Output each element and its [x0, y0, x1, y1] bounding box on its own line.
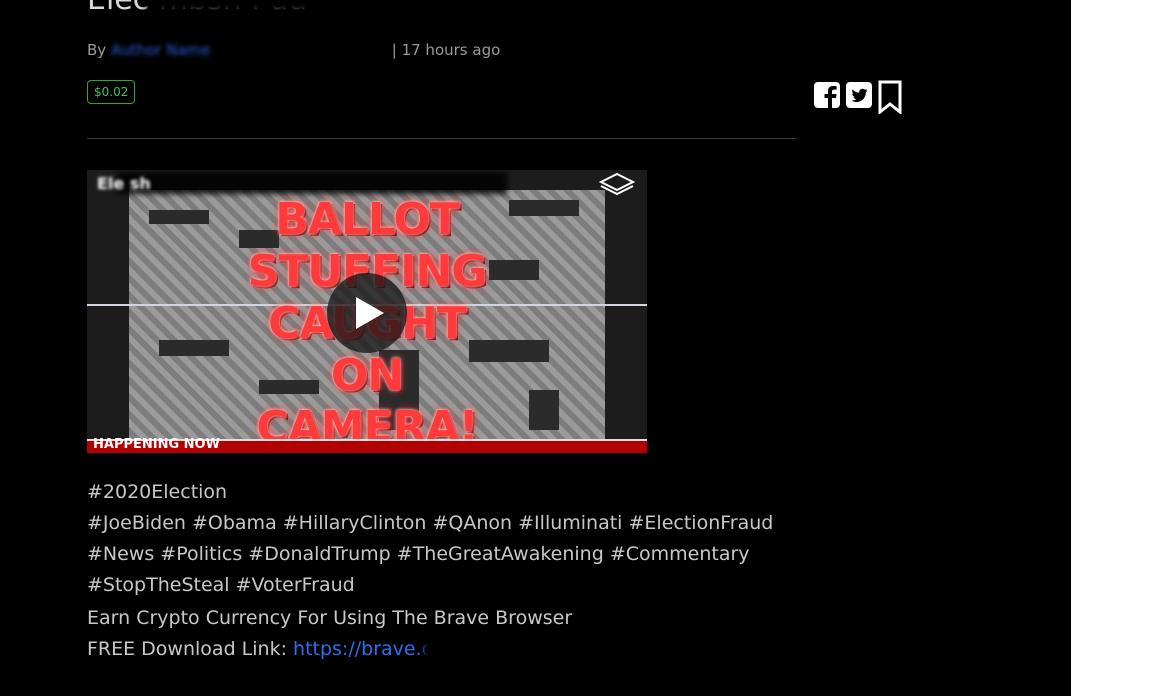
article-panel: Elec mbsh l ud By Author Name | 17 hours…	[0, 0, 1071, 696]
download-prefix: FREE Download Link:	[87, 638, 287, 660]
hashtag-line-1[interactable]: #2020Election	[87, 481, 227, 503]
promo-text: Earn Crypto Currency For Using The Brave…	[87, 607, 573, 629]
facebook-icon[interactable]	[813, 80, 841, 110]
divider	[87, 138, 797, 139]
posted-time: 17 hours ago	[401, 41, 501, 59]
play-icon	[356, 297, 384, 329]
share-bar	[813, 80, 903, 114]
hashtags: #2020Election #JoeBiden #Obama #HillaryC…	[87, 446, 787, 601]
video-title: Ele sh	[97, 174, 151, 193]
price-badge[interactable]: $0.02	[87, 80, 136, 104]
hashtag-line-3[interactable]: #News #Politics #DonaldTrump #TheGreatAw…	[87, 543, 750, 565]
play-button[interactable]	[327, 273, 407, 353]
byline-separator: |	[391, 41, 397, 59]
bookmark-icon[interactable]	[877, 80, 903, 114]
hashtag-line-2[interactable]: #JoeBiden #Obama #HillaryClinton #QAnon …	[87, 512, 773, 534]
hashtag-line-4[interactable]: #StopTheSteal #VoterFraud	[87, 574, 355, 596]
author-link[interactable]: Author Name	[111, 41, 387, 59]
video-title-redaction	[117, 172, 507, 194]
download-line: FREE Download Link: https://brave.c	[87, 634, 565, 665]
download-link[interactable]: https://brave.c	[293, 638, 432, 660]
title-redaction	[147, 0, 597, 12]
layers-icon[interactable]	[599, 170, 635, 198]
link-redaction	[424, 639, 565, 660]
video-player[interactable]: Ele sh BALLOT STUFFING CAUGHT ON CAMERA!…	[87, 170, 647, 453]
byline-prefix: By	[87, 41, 107, 59]
byline: By Author Name | 17 hours ago	[87, 41, 500, 59]
twitter-icon[interactable]	[845, 80, 873, 110]
article-title: Elec mbsh l ud	[87, 0, 647, 24]
